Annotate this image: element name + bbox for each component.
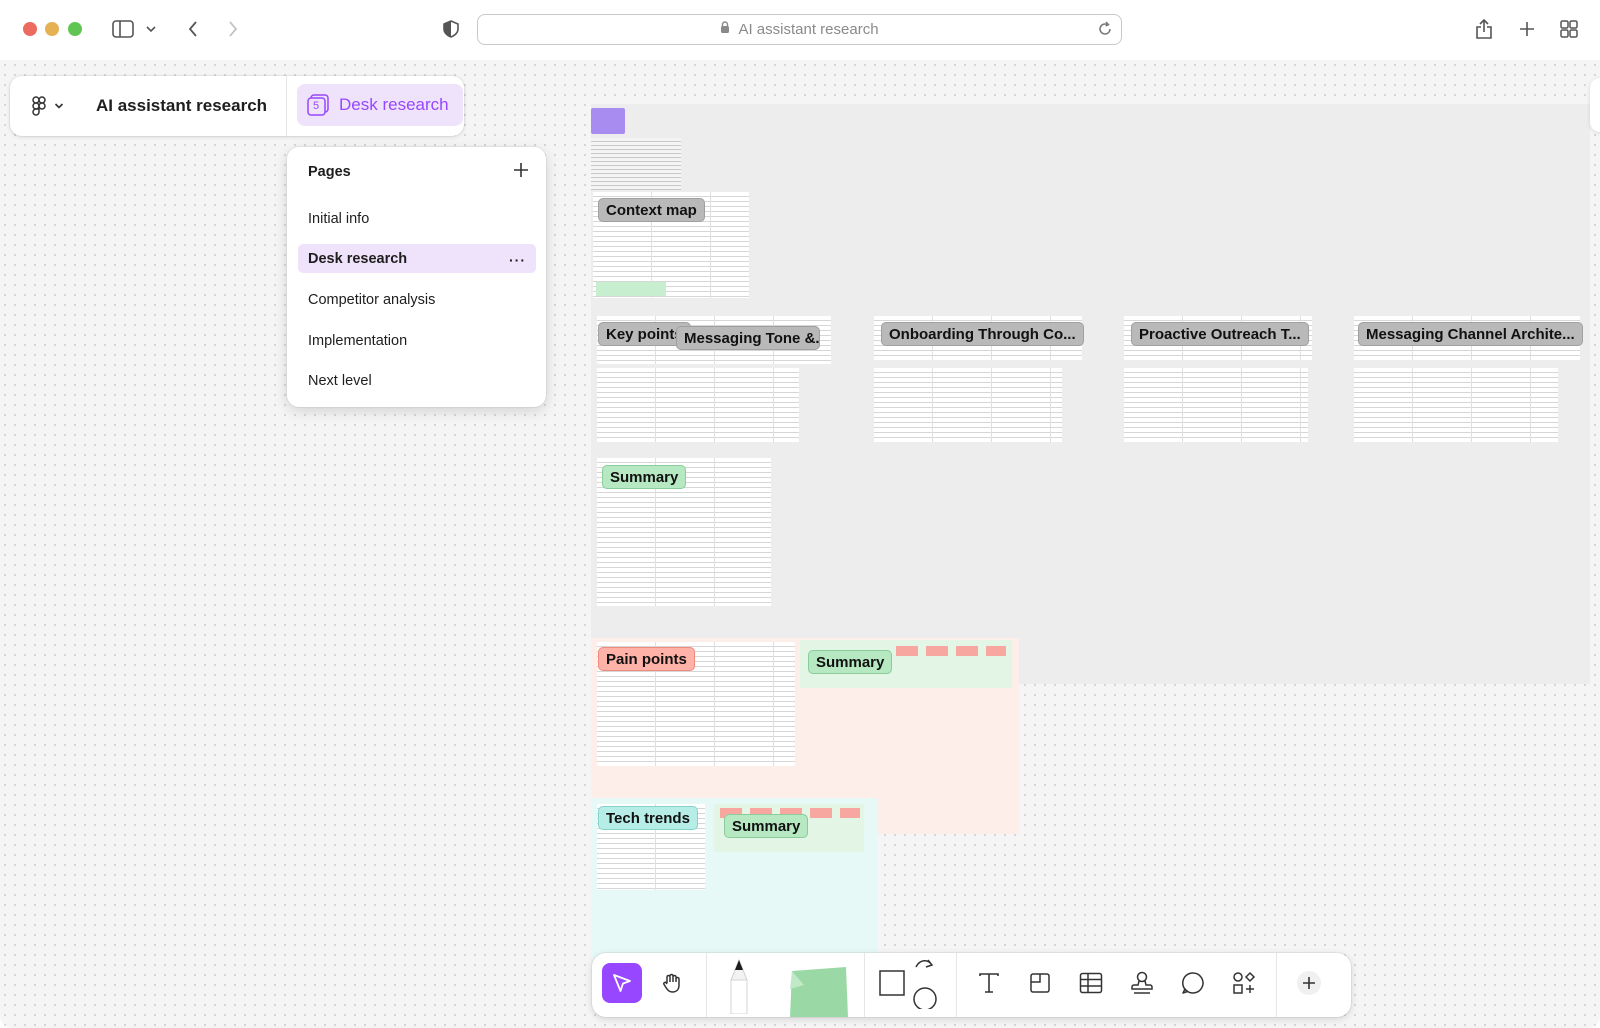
table-tool-button[interactable] [1071,963,1111,1003]
pages-title: Pages [308,164,351,180]
browser-toolbar: AI assistant research [0,0,1600,60]
section-icon [1030,973,1050,993]
pain-summary-sticker[interactable] [956,646,978,656]
privacy-shield-icon[interactable] [438,16,464,42]
proactive-label[interactable]: Proactive Outreach T... [1131,322,1309,346]
move-icon [613,974,631,992]
back-icon[interactable] [180,16,206,42]
section-tool-button[interactable] [1020,963,1060,1003]
figjam-canvas[interactable]: Context map Key points Messaging Tone &.… [0,60,1600,1028]
page-item-next-level[interactable]: Next level [298,366,536,395]
share-icon[interactable] [1471,16,1497,42]
toolbar-divider [956,953,957,1017]
context-map-label[interactable]: Context map [598,198,705,222]
messaging-tone-table[interactable] [597,368,799,442]
file-toolbar: AI assistant research 5 Desk research [10,76,464,136]
stamp-icon [1131,971,1153,994]
shape-tool-button[interactable] [878,959,938,1009]
address-bar[interactable]: AI assistant research [477,14,1122,45]
stamp-tool-button[interactable] [1122,963,1162,1003]
marker-icon [730,958,748,1014]
widgets-tool-button[interactable] [1224,963,1264,1003]
page-item-label: Initial info [308,210,370,227]
channel-table[interactable] [1354,368,1558,442]
tech-summary-sticker[interactable] [840,808,860,818]
toolbar-divider [706,953,707,1017]
pain-summary-sticker[interactable] [896,646,918,656]
main-menu-button[interactable] [32,96,78,116]
onboarding-table[interactable] [874,368,1062,442]
move-tool-button[interactable] [602,963,642,1003]
figma-logo-icon [32,96,46,116]
more-tools-button[interactable] [1289,963,1329,1003]
channel-label[interactable]: Messaging Channel Archite... [1358,322,1583,346]
sticky-note-icon [790,967,848,1017]
url-text: AI assistant research [738,21,879,38]
page-item-implementation[interactable]: Implementation [298,326,536,355]
reload-icon[interactable] [1097,21,1113,41]
pain-summary-sticker[interactable] [986,646,1006,656]
text-tool-button[interactable] [969,963,1009,1003]
page-item-label: Implementation [308,332,408,349]
text-icon [979,973,999,993]
chevron-down-icon[interactable] [143,16,159,42]
current-page-name: Desk research [339,95,449,114]
bottom-toolbar [592,953,1351,1017]
minimize-window-button[interactable] [45,22,59,36]
page-item-label: Next level [308,372,372,389]
widgets-icon [1233,971,1256,994]
page-item-label: Desk research [308,250,408,267]
tech-trends-label[interactable]: Tech trends [598,806,698,830]
maximize-window-button[interactable] [68,22,82,36]
context-map-note[interactable] [596,282,666,296]
comment-tool-button[interactable] [1173,963,1213,1003]
cover-thumbnail[interactable] [591,108,625,134]
page-item-competitor-analysis[interactable]: Competitor analysis [298,285,536,314]
messaging-tone-label[interactable]: Messaging Tone &... [676,326,820,350]
current-page-button[interactable]: 5 Desk research [297,84,463,126]
sticky-note-tool-button[interactable] [786,963,850,1017]
marker-tool-button[interactable] [719,957,759,1015]
sidebar-toggle-icon[interactable] [110,16,136,42]
table-icon [1079,972,1103,994]
more-options-icon[interactable]: ··· [509,252,526,268]
pain-summary-sticker[interactable] [926,646,948,656]
page-number: 5 [313,100,320,112]
file-name[interactable]: AI assistant research [96,96,267,116]
browser-window: AI assistant research Context map Key po… [0,0,1600,1028]
intro-text-block[interactable] [591,138,681,190]
shape-icon [879,959,937,1009]
comment-icon [1182,972,1204,994]
close-window-button[interactable] [23,22,37,36]
lock-icon [720,21,730,38]
page-item-label: Competitor analysis [308,291,436,308]
toolbar-divider [864,953,865,1017]
pain-points-summary-label[interactable]: Summary [808,650,893,674]
tech-summary-sticker[interactable] [810,808,832,818]
tech-trends-summary-label[interactable]: Summary [724,814,809,838]
toolbar-divider [1276,953,1277,1017]
pages-dropdown: Pages Initial info Desk research ··· Com… [287,147,546,407]
add-icon [1297,971,1321,995]
hand-tool-button[interactable] [652,963,692,1003]
onboarding-label[interactable]: Onboarding Through Co... [881,322,1084,346]
hand-icon [663,973,680,993]
key-points-summary-label[interactable]: Summary [602,465,687,489]
page-item-desk-research[interactable]: Desk research ··· [298,244,536,273]
add-page-icon[interactable] [512,161,530,179]
page-number-icon: 5 [307,94,329,116]
toolbar-divider [286,76,287,136]
tab-overview-icon[interactable] [1556,16,1582,42]
right-panel-edge[interactable] [1590,78,1600,132]
forward-icon[interactable] [220,16,246,42]
proactive-table[interactable] [1124,368,1308,442]
page-item-initial-info[interactable]: Initial info [298,204,536,233]
pain-points-label[interactable]: Pain points [598,647,695,671]
chevron-down-icon [54,103,64,109]
new-tab-icon[interactable] [1514,16,1540,42]
